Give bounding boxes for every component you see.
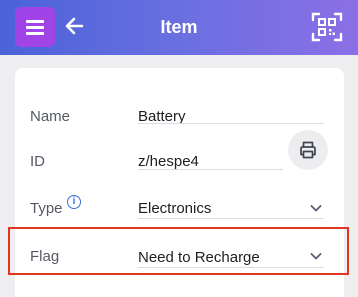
id-field[interactable]: z/hespe4 — [138, 153, 199, 170]
app-header: Item — [0, 0, 358, 55]
flag-field-underline — [138, 267, 324, 268]
id-field-underline — [138, 169, 283, 170]
info-icon[interactable]: i — [67, 195, 81, 209]
name-label: Name — [30, 108, 71, 125]
back-arrow-icon[interactable] — [62, 14, 86, 38]
name-field-underline — [138, 123, 324, 124]
type-select[interactable]: Electronics — [138, 200, 211, 217]
qr-scan-icon[interactable] — [311, 11, 343, 43]
flag-label: Flag — [30, 248, 60, 265]
id-label: ID — [30, 153, 45, 170]
flag-select[interactable]: Need to Recharge — [138, 249, 260, 266]
type-label: Type — [30, 200, 63, 217]
printer-icon — [300, 141, 316, 159]
menu-button[interactable] — [15, 7, 55, 47]
chevron-down-icon[interactable] — [309, 249, 323, 263]
type-field-underline — [138, 218, 324, 219]
hamburger-line — [26, 26, 44, 29]
hamburger-line — [26, 32, 44, 35]
item-form-card: Name Battery ID z/hespe4 Type i Electron… — [8, 68, 349, 297]
print-button[interactable] — [288, 130, 328, 170]
chevron-down-icon[interactable] — [309, 201, 323, 215]
hamburger-line — [26, 20, 44, 23]
